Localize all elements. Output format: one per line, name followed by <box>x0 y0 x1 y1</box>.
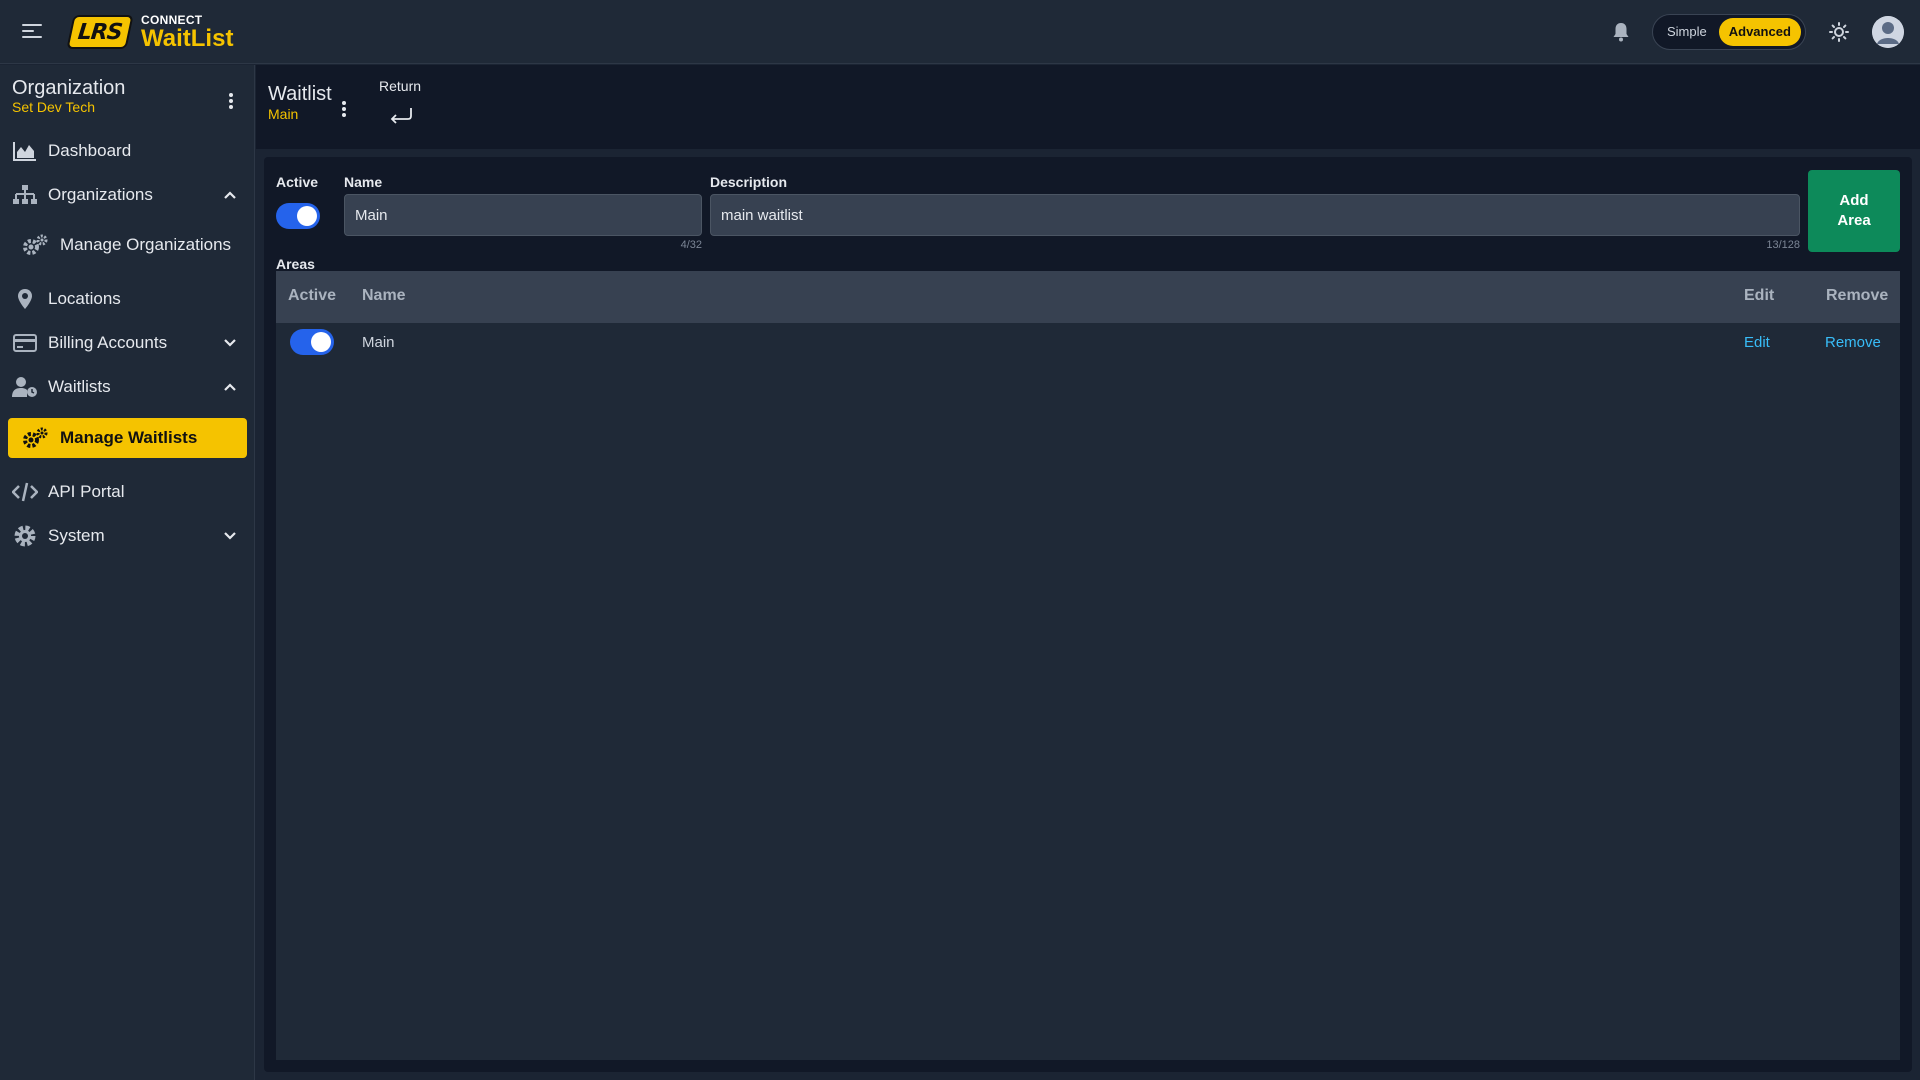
sidebar-item-system[interactable]: System <box>0 516 255 556</box>
name-label: Name <box>344 174 383 190</box>
lrs-logo: LRS <box>66 15 134 49</box>
sidebar-item-manage-waitlists[interactable]: Manage Waitlists <box>8 418 247 458</box>
gears-icon <box>22 233 48 257</box>
table-header: Active Name Edit Remove <box>276 271 1900 323</box>
sidebar-item-manage-organizations[interactable]: Manage Organizations <box>0 225 255 265</box>
sidebar-item-label: API Portal <box>48 482 125 501</box>
area-active-toggle[interactable] <box>290 329 334 355</box>
waitlist-options-icon[interactable] <box>341 99 347 119</box>
areas-table: Active Name Edit Remove Main Edit Remove <box>276 271 1900 1060</box>
active-toggle[interactable] <box>276 203 320 229</box>
brand-title: WaitList <box>141 25 234 52</box>
name-field[interactable]: Main <box>344 194 702 236</box>
column-header-remove: Remove <box>1826 287 1889 304</box>
edit-link[interactable]: Edit <box>1744 334 1770 351</box>
sidebar-item-waitlists[interactable]: Waitlists <box>0 367 255 407</box>
column-header-name: Name <box>362 287 406 304</box>
user-avatar[interactable] <box>1872 16 1904 48</box>
sidebar-item-label: Waitlists <box>48 377 111 396</box>
page-subtitle: Main <box>268 106 299 122</box>
top-bar: LRS CONNECT WaitList Simple Advanced <box>0 0 1920 64</box>
chart-area-icon <box>12 139 38 163</box>
area-name: Main <box>362 334 395 351</box>
chevron-up-icon[interactable] <box>222 187 238 203</box>
name-counter: 4/32 <box>680 239 702 251</box>
mode-advanced-button[interactable]: Advanced <box>1718 18 1801 46</box>
add-area-button[interactable]: Add Area <box>1808 170 1900 252</box>
org-options-icon[interactable] <box>228 91 234 111</box>
description-label: Description <box>710 174 788 190</box>
sidebar-item-label: Billing Accounts <box>48 333 168 352</box>
chevron-up-icon[interactable] <box>222 379 238 395</box>
user-clock-icon <box>12 375 38 399</box>
credit-card-icon <box>12 331 38 355</box>
org-name: Set Dev Tech <box>12 99 96 115</box>
sidebar-item-billing-accounts[interactable]: Billing Accounts <box>0 323 255 363</box>
user-icon <box>1872 16 1904 48</box>
mode-simple-button[interactable]: Simple <box>1657 18 1717 46</box>
sidebar-item-organizations[interactable]: Organizations <box>0 175 255 215</box>
sidebar-item-label: Dashboard <box>48 141 132 160</box>
table-row: Main Edit Remove <box>276 323 1900 363</box>
gear-icon <box>12 524 38 548</box>
sidebar: Organization Set Dev Tech Dashboard Orga… <box>0 65 255 1080</box>
menu-icon[interactable] <box>22 20 42 44</box>
sidebar-item-api-portal[interactable]: API Portal <box>0 472 255 512</box>
map-pin-icon <box>12 287 38 311</box>
return-label: Return <box>379 78 422 94</box>
org-title: Organization <box>12 77 126 99</box>
areas-label: Areas <box>276 256 315 272</box>
mode-toggle: Simple Advanced <box>1652 14 1806 50</box>
active-label: Active <box>276 174 319 190</box>
return-icon[interactable] <box>389 105 415 125</box>
sidebar-item-label: Manage Waitlists <box>60 428 198 447</box>
sidebar-item-locations[interactable]: Locations <box>0 279 255 319</box>
bell-icon[interactable] <box>1612 22 1630 42</box>
gears-icon <box>22 426 48 450</box>
remove-link[interactable]: Remove <box>1825 334 1881 351</box>
sun-icon[interactable] <box>1829 22 1849 42</box>
page-title: Waitlist <box>268 83 332 105</box>
sidebar-item-label: Locations <box>48 289 121 308</box>
waitlist-editor: Active Name Main 4/32 Description main w… <box>264 157 1912 1072</box>
description-field[interactable]: main waitlist <box>710 194 1800 236</box>
sidebar-item-dashboard[interactable]: Dashboard <box>0 131 255 171</box>
sidebar-item-label: Organizations <box>48 185 153 204</box>
code-icon <box>12 480 38 504</box>
chevron-down-icon[interactable] <box>222 528 238 544</box>
description-counter: 13/128 <box>1766 239 1800 251</box>
sitemap-icon <box>12 183 38 207</box>
column-header-active: Active <box>288 287 337 304</box>
page-header: Waitlist Main Return <box>256 65 1920 149</box>
chevron-down-icon[interactable] <box>222 335 238 351</box>
column-header-edit: Edit <box>1744 287 1775 304</box>
sidebar-item-label: Manage Organizations <box>60 235 232 254</box>
sidebar-item-label: System <box>48 526 105 545</box>
